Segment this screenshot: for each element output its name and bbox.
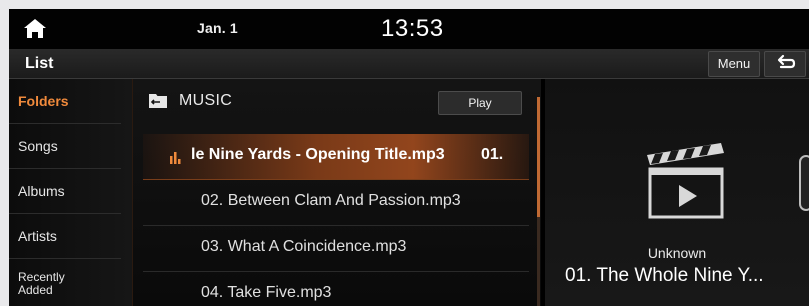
sidebar-item-folders[interactable]: Folders	[9, 79, 121, 124]
sidebar-item-albums[interactable]: Albums	[9, 169, 121, 214]
sidebar-item-label: Albums	[18, 183, 65, 199]
now-playing-title: 01. The Whole Nine Y...	[565, 265, 764, 286]
play-icon	[679, 185, 697, 207]
sidebar-item-label: Folders	[18, 93, 69, 109]
sidebar-item-label: Artists	[18, 228, 57, 244]
back-icon	[777, 54, 796, 69]
list-scroll-thumb[interactable]	[537, 97, 540, 217]
sidebar-item-artists[interactable]: Artists	[9, 214, 121, 259]
track-name: 04. Take Five.mp3	[201, 284, 332, 301]
folder-header: MUSIC Play	[133, 79, 541, 123]
play-all-button[interactable]: Play	[438, 91, 522, 115]
status-clock: 13:53	[381, 15, 444, 42]
status-date: Jan. 1	[197, 20, 238, 36]
status-bar: Jan. 1 13:53	[9, 9, 809, 49]
head-unit-screen: Jan. 1 13:53 List Menu Folders Songs Alb…	[9, 9, 809, 306]
sidebar-item-label: Songs	[18, 138, 58, 154]
home-button[interactable]	[21, 17, 49, 41]
track-row-playing[interactable]: le Nine Yards - Opening Title.mp3 01.	[143, 134, 529, 180]
clapperboard-icon	[647, 143, 724, 219]
sidebar-item-songs[interactable]: Songs	[9, 124, 121, 169]
now-playing-panel[interactable]: Unknown 01. The Whole Nine Y...	[545, 79, 809, 306]
track-name: 03. What A Coincidence.mp3	[201, 238, 407, 255]
equalizer-icon	[170, 152, 181, 164]
track-row[interactable]: 03. What A Coincidence.mp3	[143, 226, 529, 272]
sidebar-item-label: Recently Added	[18, 269, 65, 297]
home-icon	[24, 19, 46, 38]
track-row[interactable]: 02. Between Clam And Passion.mp3	[143, 180, 529, 226]
side-panel-handle[interactable]	[799, 155, 809, 211]
now-playing-artist: Unknown	[647, 245, 707, 261]
folder-name: MUSIC	[179, 92, 233, 109]
title-bar: List Menu	[9, 49, 809, 79]
track-list: MUSIC Play le Nine Yards - Opening Title…	[133, 79, 541, 306]
track-row[interactable]: 04. Take Five.mp3	[143, 272, 529, 306]
page-title: List	[25, 55, 54, 72]
track-number: 01.	[481, 146, 504, 163]
folder-icon	[149, 94, 167, 108]
sidebar-item-recently-added[interactable]: Recently Added	[9, 261, 121, 306]
track-name: 02. Between Clam And Passion.mp3	[201, 192, 461, 209]
back-button[interactable]	[764, 51, 806, 77]
track-name: le Nine Yards - Opening Title.mp3	[191, 146, 445, 163]
category-sidebar: Folders Songs Albums Artists Recently Ad…	[9, 79, 133, 306]
menu-button[interactable]: Menu	[708, 51, 760, 77]
